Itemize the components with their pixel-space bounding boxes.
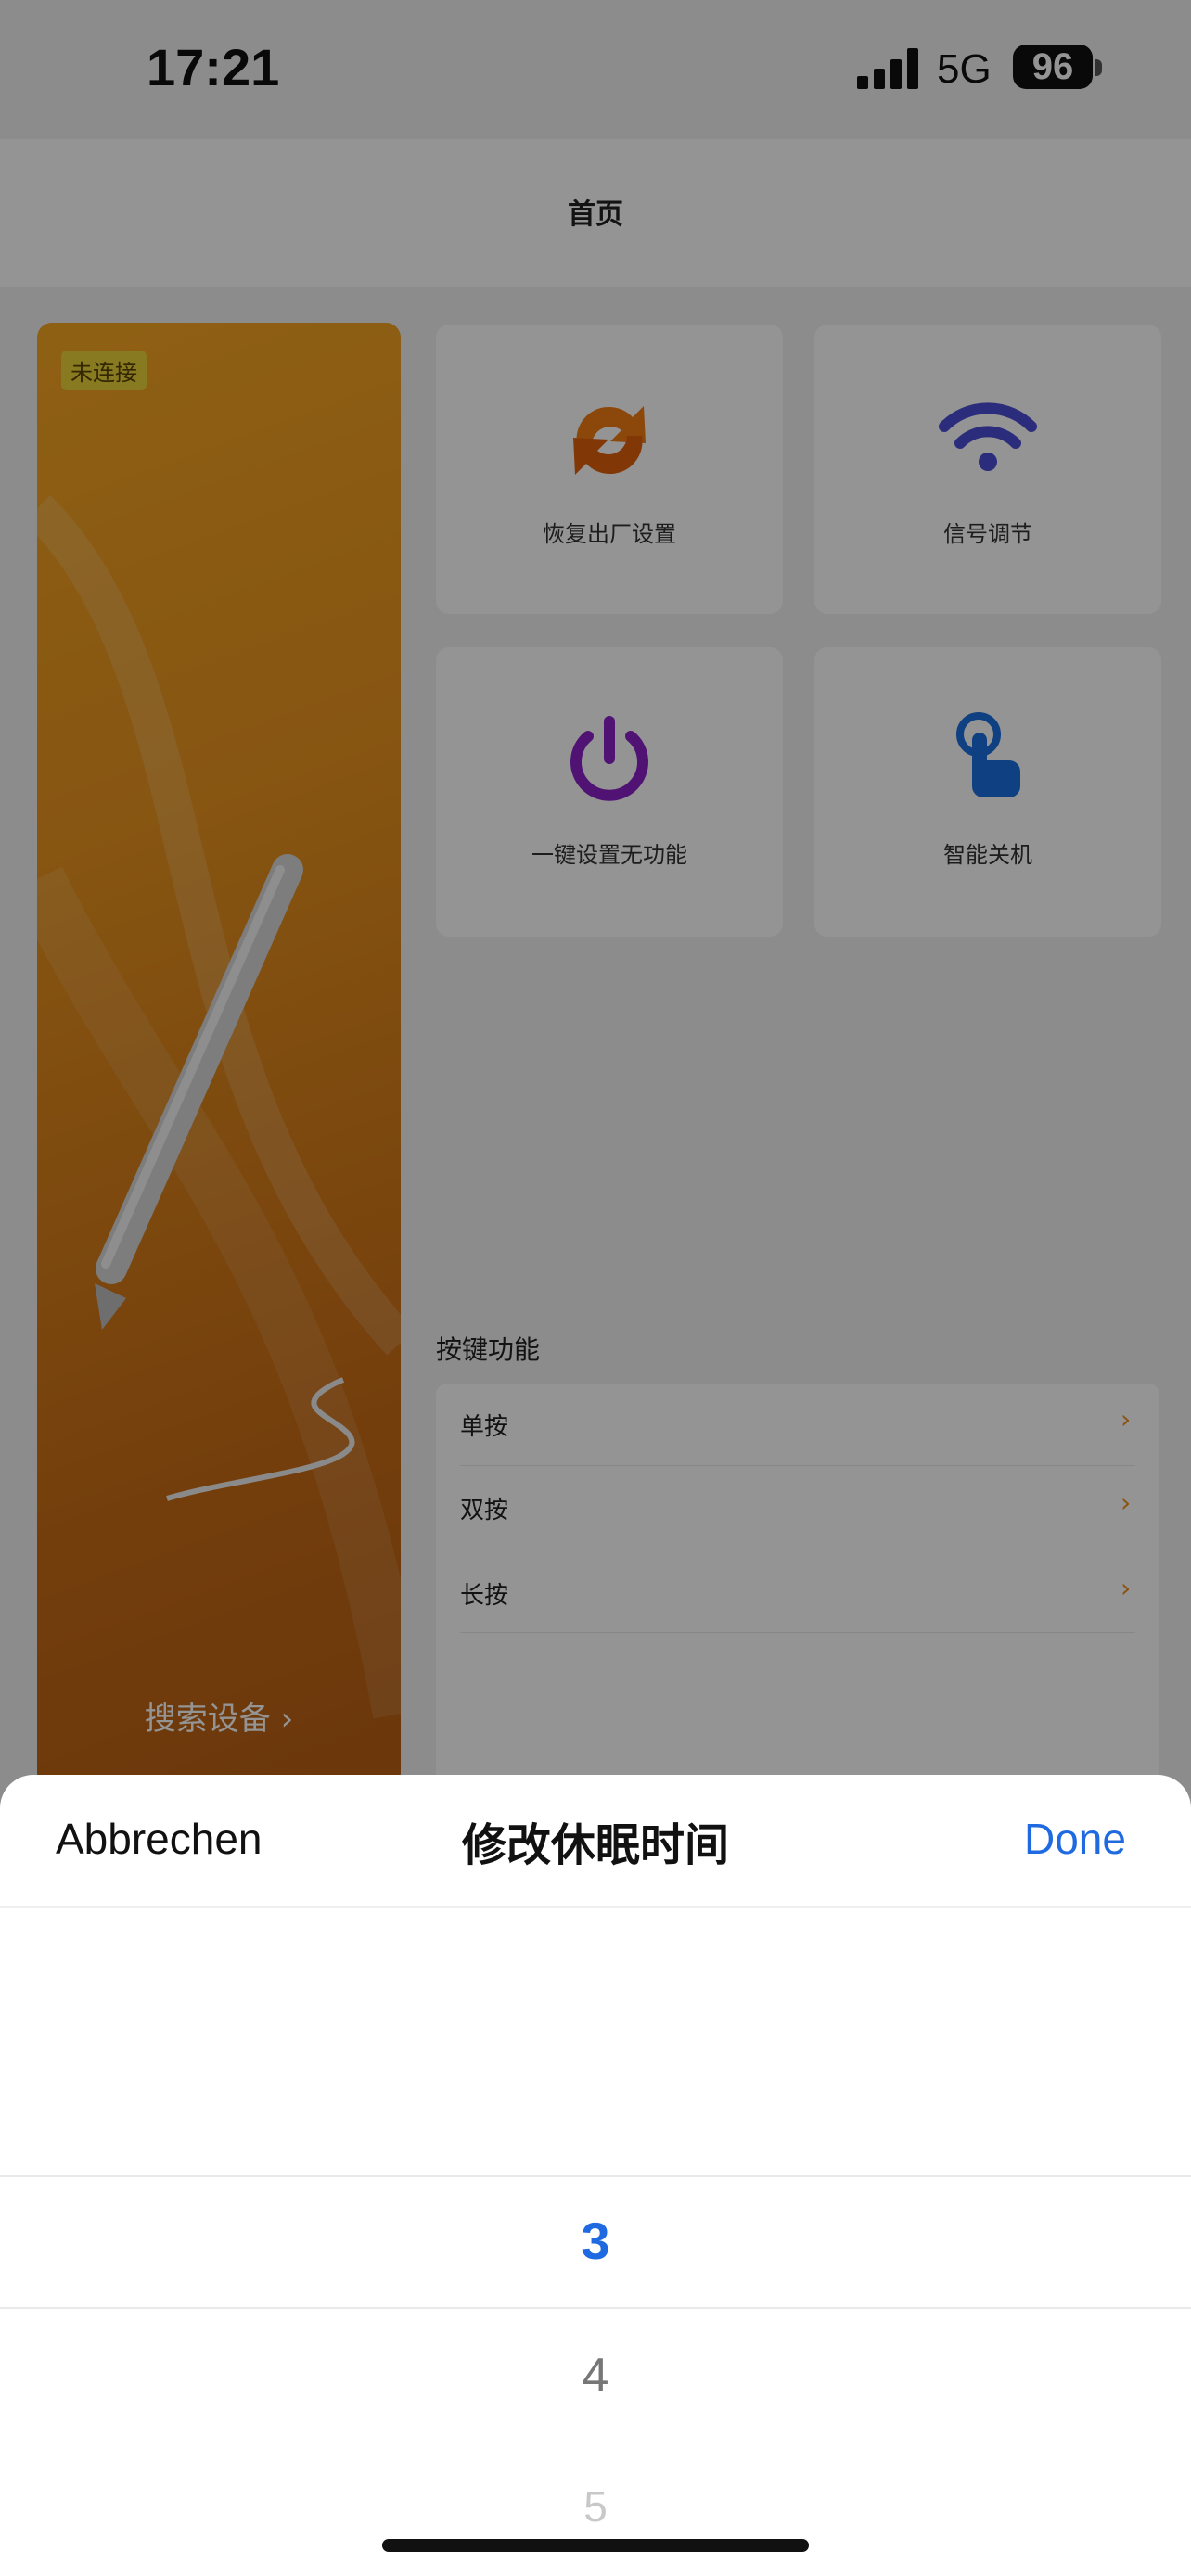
picker-option[interactable]: 5 — [0, 2481, 1191, 2531]
divider — [0, 1906, 1191, 1908]
done-button[interactable]: Done — [1024, 1814, 1126, 1864]
home-indicator — [382, 2539, 809, 2552]
picker-selection-top — [0, 2175, 1191, 2177]
picker-selection-bottom — [0, 2307, 1191, 2309]
picker-selected-value[interactable]: 3 — [0, 2211, 1191, 2271]
picker-option[interactable]: 4 — [0, 2348, 1191, 2404]
sheet-title: 修改休眠时间 — [461, 1819, 729, 1871]
